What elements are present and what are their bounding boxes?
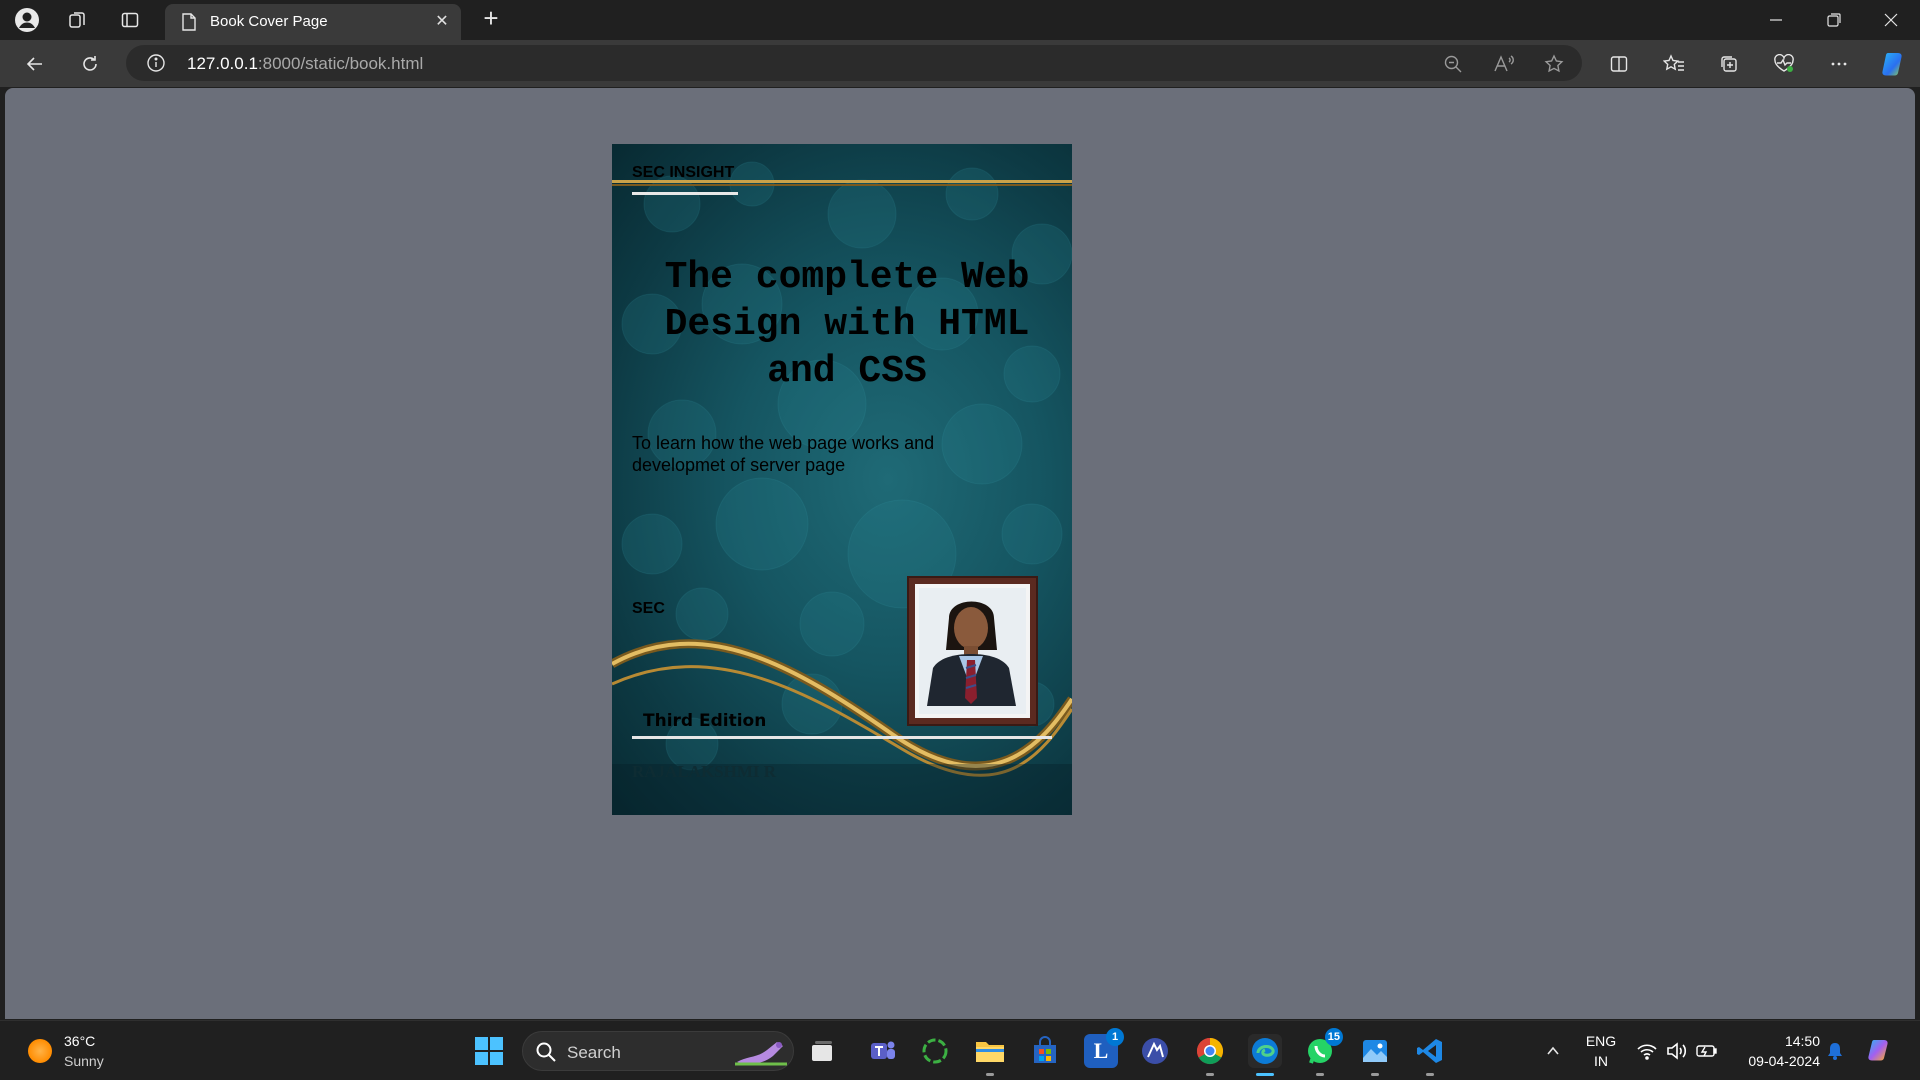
book-subtitle: To learn how the web page works and deve… [632,433,935,475]
restore-icon[interactable] [1806,0,1862,40]
region-indicator[interactable]: IN [1584,1053,1618,1069]
windows-start-icon[interactable] [472,1034,506,1068]
browser-title-bar: Book Cover Page ✕ + [0,0,1920,40]
clock-time[interactable]: 14:50 [1730,1033,1820,1049]
microsoft-store-icon[interactable] [1028,1034,1062,1068]
tab-book-cover-page[interactable]: Book Cover Page ✕ [165,4,461,40]
cover-brand: SEC INSIGHT [632,164,735,181]
search-highlight-icon [733,1036,789,1073]
new-tab-icon[interactable]: + [478,5,504,32]
chrome-icon[interactable] [1193,1034,1227,1076]
read-aloud-icon[interactable] [1491,51,1517,77]
close-tab-icon[interactable]: ✕ [432,12,452,32]
copilot-app-icon[interactable] [1138,1034,1172,1068]
publisher-label: SEC [632,600,665,617]
page-viewport: SEC INSIGHT The complete Web Design with… [5,88,1915,1019]
author-name: RAJALAKSHMI R [632,762,777,781]
weather-sun-icon[interactable] [28,1039,52,1063]
profile-icon[interactable] [13,6,41,34]
weather-temperature[interactable]: 36°C [64,1033,95,1049]
notification-badge: 1 [1106,1028,1124,1046]
running-indicator [1371,1073,1379,1076]
zoom-out-icon[interactable] [1440,51,1466,77]
language-indicator[interactable]: ENG [1584,1033,1618,1049]
workspaces-icon[interactable] [63,6,91,34]
book-cover: SEC INSIGHT The complete Web Design with… [612,144,1072,815]
more-options-icon[interactable] [1824,49,1854,79]
refresh-icon[interactable] [75,49,105,79]
task-view-icon[interactable] [805,1034,839,1068]
author-photo [919,588,1026,714]
active-indicator [1256,1073,1274,1076]
running-indicator [1206,1073,1214,1076]
teams-icon[interactable] [865,1034,899,1068]
navigation-bar: 127.0.0.1:8000/static/book.html [0,40,1920,87]
show-hidden-icons-chevron-icon[interactable] [1536,1034,1570,1068]
running-indicator [986,1073,994,1076]
edition-underline [632,736,1052,739]
running-indicator [1316,1073,1324,1076]
file-explorer-icon[interactable] [973,1034,1007,1076]
lexical-app-icon[interactable]: L 1 [1084,1028,1124,1068]
clock-date[interactable]: 09-04-2024 [1730,1053,1820,1069]
close-window-icon[interactable] [1863,0,1919,40]
search-placeholder: Search [567,1043,621,1062]
running-indicator [1426,1073,1434,1076]
volume-icon[interactable] [1660,1034,1694,1068]
taskbar-search-input[interactable]: Search [522,1031,794,1071]
author-photo-frame [907,576,1038,726]
browser-essentials-icon[interactable] [1769,49,1799,79]
collections-icon[interactable] [1714,49,1744,79]
notification-bell-icon[interactable] [1818,1034,1852,1068]
copilot-preview-icon[interactable] [1862,1034,1896,1068]
page-icon [180,12,198,37]
search-icon [535,1041,557,1068]
whatsapp-icon[interactable]: 15 [1303,1028,1343,1076]
wifi-icon[interactable] [1630,1034,1664,1068]
vscode-icon[interactable] [1413,1034,1447,1076]
info-icon[interactable] [146,53,166,78]
url-text[interactable]: 127.0.0.1:8000/static/book.html [187,54,423,74]
book-title: The complete Web Design with HTML and CS… [664,256,1030,393]
favorites-icon[interactable] [1659,49,1689,79]
edge-icon[interactable] [1248,1034,1282,1076]
favorite-star-icon[interactable] [1541,51,1567,77]
edition-label: Third Edition [643,711,767,731]
back-arrow-icon[interactable] [20,49,50,79]
brand-underline [632,192,738,195]
weather-condition[interactable]: Sunny [64,1053,104,1069]
author-portrait-image [919,588,1024,706]
tab-actions-icon[interactable] [116,6,144,34]
minimize-icon[interactable] [1748,0,1804,40]
address-bar[interactable]: 127.0.0.1:8000/static/book.html [126,45,1582,81]
taskbar: 36°C Sunny Search L 1 15 ENG IN 14:50 09… [0,1020,1920,1080]
tab-title: Book Cover Page [210,13,328,30]
copilot-icon[interactable] [1878,49,1908,79]
refresh-app-icon[interactable] [918,1034,952,1068]
photos-icon[interactable] [1358,1034,1392,1076]
notification-badge: 15 [1324,1028,1343,1046]
battery-icon[interactable] [1690,1034,1724,1068]
split-screen-icon[interactable] [1604,49,1634,79]
